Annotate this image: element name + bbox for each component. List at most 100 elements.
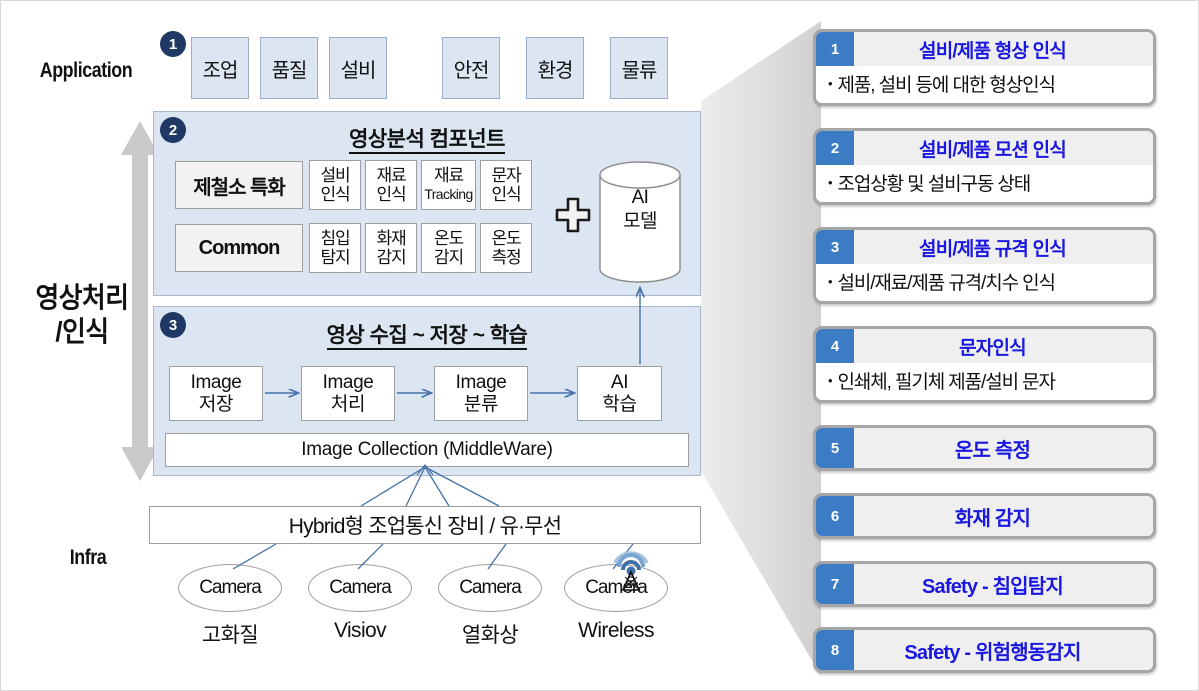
step-marker-2: 2	[160, 117, 186, 143]
panel2-title-text: 영상분석 컴포넌트	[349, 128, 505, 154]
hybrid-network-bar[interactable]: Hybrid형 조업통신 장비 / 유·무선	[149, 506, 701, 544]
capability-card-6[interactable]: 6 화재 감지	[813, 493, 1156, 539]
flow-line-2: 분류	[463, 393, 499, 415]
step-marker-1: 1	[160, 31, 186, 57]
card-number: 3	[816, 230, 854, 264]
feature-box-intrusion-detection[interactable]: 침입 탐지	[309, 223, 361, 273]
app-tab-3[interactable]: 안전	[442, 37, 500, 99]
card-header: 7 Safety - 침입탐지	[816, 564, 1153, 604]
capability-card-3[interactable]: 3 설비/제품 규격 인식 • 설비/재료/제품 규격/치수 인식	[813, 227, 1156, 304]
card-header: 2 설비/제품 모션 인식	[816, 131, 1153, 165]
card-description-text: 조업상황 및 설비구동 상태	[837, 173, 1031, 195]
capability-card-7[interactable]: 7 Safety - 침입탐지	[813, 561, 1156, 607]
card-number: 8	[816, 630, 854, 670]
card-title: 온도 측정	[954, 439, 1031, 462]
app-tab-0[interactable]: 조업	[191, 37, 249, 99]
grey-wedge-shape	[701, 21, 821, 676]
feature-line-2: 인식	[320, 185, 351, 204]
camera-node-2[interactable]: Camera	[438, 564, 542, 612]
feature-line-2: Tracking	[424, 186, 473, 202]
card-number: 6	[816, 496, 854, 536]
plus-icon	[555, 197, 591, 233]
capability-card-8[interactable]: 8 Safety - 위험행동감지	[813, 627, 1156, 673]
wireless-antenna-icon	[613, 551, 649, 591]
feature-box-material-tracking[interactable]: 재료 Tracking	[421, 160, 476, 210]
card-description-text: 설비/재료/제품 규격/치수 인식	[837, 272, 1056, 294]
feature-line-1: 문자	[491, 166, 522, 185]
flow-line-1: Image	[455, 371, 507, 393]
ai-model-line2: 모델	[623, 211, 657, 232]
card-title: Safety - 침입탐지	[921, 575, 1064, 598]
category-box-common: Common	[175, 224, 303, 272]
camera-label-3: Wireless	[578, 619, 654, 642]
flow-line-2: 처리	[330, 393, 366, 415]
card-description: • 제품, 설비 등에 대한 형상인식	[816, 66, 1153, 100]
feature-box-fire-detection[interactable]: 화재 감지	[365, 223, 417, 273]
app-tab-label: 안전	[453, 59, 490, 82]
feature-line-2: 감지	[376, 248, 407, 267]
card-header: 3 설비/제품 규격 인식	[816, 230, 1153, 264]
feature-box-temperature-detection[interactable]: 온도 감지	[421, 223, 476, 273]
feature-line-2: 탐지	[320, 248, 351, 267]
diagram-root: Application 영상처리 /인식 Infra 조업 품질 설비 안전 환…	[0, 0, 1199, 691]
bullet-icon: •	[828, 75, 833, 91]
feature-line-2: 인식	[376, 185, 407, 204]
flow-box-image-classification[interactable]: Image 분류	[434, 366, 528, 421]
card-title: 문자인식	[959, 337, 1027, 359]
app-tab-2[interactable]: 설비	[329, 37, 387, 99]
flow-line-2: 학습	[602, 393, 637, 415]
flow-box-ai-training[interactable]: AI 학습	[577, 366, 662, 421]
card-header: 4 문자인식	[816, 329, 1153, 363]
card-title: 설비/제품 형상 인식	[919, 40, 1067, 62]
feature-box-text-recognition[interactable]: 문자 인식	[480, 160, 532, 210]
card-header: 5 온도 측정	[816, 428, 1153, 468]
app-tab-4[interactable]: 환경	[526, 37, 584, 99]
camera-node-1[interactable]: Camera	[308, 564, 412, 612]
feature-box-temperature-measurement[interactable]: 온도 측정	[480, 223, 532, 273]
app-tab-label: 물류	[621, 59, 658, 82]
card-number: 2	[816, 131, 854, 165]
capability-card-2[interactable]: 2 설비/제품 모션 인식 • 조업상황 및 설비구동 상태	[813, 128, 1156, 205]
app-tab-label: 품질	[271, 59, 308, 82]
flow-line-1: Image	[322, 371, 374, 393]
app-tab-label: 환경	[537, 59, 574, 82]
feature-box-material-recognition[interactable]: 재료 인식	[365, 160, 417, 210]
layer-label-application: Application	[39, 59, 133, 82]
card-description-text: 제품, 설비 등에 대한 형상인식	[837, 74, 1056, 96]
camera-label-2: 열화상	[461, 624, 519, 647]
app-tab-5[interactable]: 물류	[610, 37, 668, 99]
bullet-icon: •	[828, 372, 833, 388]
step-marker-3: 3	[160, 312, 186, 338]
flow-line-2: 저장	[198, 393, 234, 415]
card-description: • 인쇄체, 필기체 제품/설비 문자	[816, 363, 1153, 397]
feature-line-1: 설비	[320, 166, 351, 185]
feature-line-2: 감지	[434, 248, 464, 267]
capability-card-5[interactable]: 5 온도 측정	[813, 425, 1156, 471]
feature-line-1: 재료	[376, 166, 407, 185]
card-number: 5	[816, 428, 854, 468]
card-description: • 조업상황 및 설비구동 상태	[816, 165, 1153, 199]
flow-box-image-storage[interactable]: Image 저장	[169, 366, 263, 421]
card-description: • 설비/재료/제품 규격/치수 인식	[816, 264, 1153, 298]
ai-model-label: AI 모델	[599, 186, 681, 234]
flow-line-1: AI	[610, 371, 629, 393]
flow-box-image-processing[interactable]: Image 처리	[301, 366, 395, 421]
camera-label-1: Visiov	[333, 619, 387, 642]
card-number: 1	[816, 32, 854, 66]
feature-line-1: 화재	[376, 229, 407, 248]
camera-label-0: 고화질	[201, 624, 259, 647]
category-box-steelworks: 제철소 특화	[175, 161, 303, 209]
flow-line-1: Image	[190, 371, 242, 393]
bullet-icon: •	[828, 273, 833, 289]
feature-line-2: 인식	[491, 185, 522, 204]
card-description-text: 인쇄체, 필기체 제품/설비 문자	[837, 371, 1056, 393]
feature-box-equipment-recognition[interactable]: 설비 인식	[309, 160, 361, 210]
camera-node-0[interactable]: Camera	[178, 564, 282, 612]
feature-line-1: 온도	[491, 229, 522, 248]
app-tab-1[interactable]: 품질	[260, 37, 318, 99]
capability-card-1[interactable]: 1 설비/제품 형상 인식 • 제품, 설비 등에 대한 형상인식	[813, 29, 1156, 106]
middleware-bar[interactable]: Image Collection (MiddleWare)	[165, 433, 689, 467]
app-tab-label: 조업	[202, 59, 239, 82]
feature-line-1: 재료	[434, 166, 464, 185]
capability-card-4[interactable]: 4 문자인식 • 인쇄체, 필기체 제품/설비 문자	[813, 326, 1156, 403]
